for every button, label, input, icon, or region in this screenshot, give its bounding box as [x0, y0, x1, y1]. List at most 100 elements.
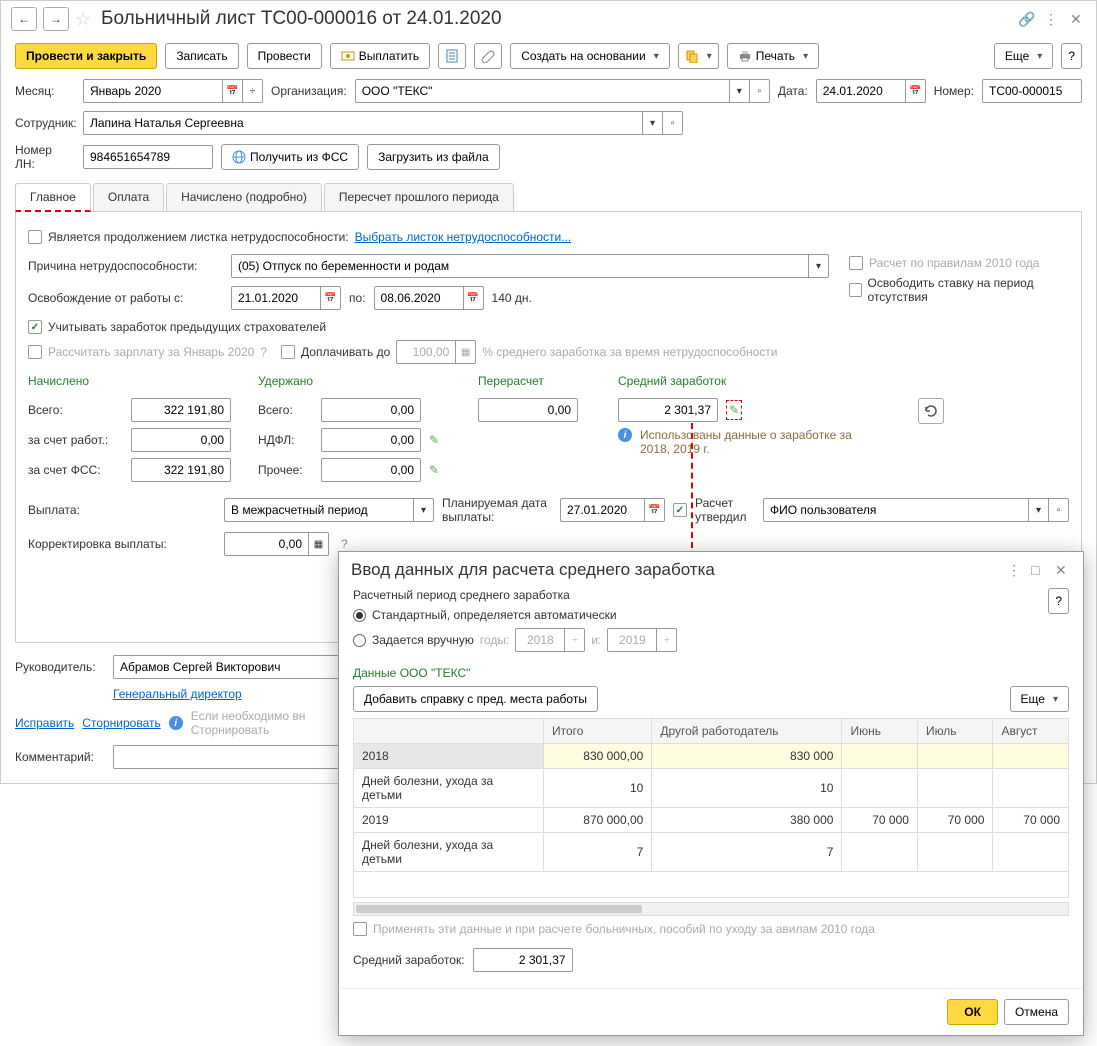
- modal-help-button[interactable]: ?: [1048, 588, 1069, 614]
- supplement-label: Доплачивать до: [301, 345, 390, 359]
- table-row[interactable]: Дней болезни, ухода за детьми 10 10: [354, 769, 1069, 808]
- reason-input[interactable]: [231, 254, 809, 278]
- ok-button[interactable]: ОК: [947, 999, 998, 1025]
- tab-main[interactable]: Главное: [15, 183, 91, 212]
- supplement-checkbox[interactable]: [281, 345, 295, 359]
- form-icon-button[interactable]: [438, 43, 466, 69]
- other-edit-icon[interactable]: ✎: [429, 463, 439, 477]
- modal-more-button[interactable]: Еще: [1010, 686, 1069, 712]
- use-prev-checkbox[interactable]: [28, 320, 42, 334]
- ndfl-edit-icon[interactable]: ✎: [429, 433, 439, 447]
- date-input[interactable]: [816, 79, 906, 103]
- other-input[interactable]: [321, 458, 421, 482]
- date-from-calendar-icon[interactable]: 📅: [321, 286, 341, 310]
- month-input[interactable]: [83, 79, 223, 103]
- approved-open-icon[interactable]: ▫: [1049, 498, 1069, 522]
- post-and-close-button[interactable]: Провести и закрыть: [15, 43, 157, 69]
- save-button[interactable]: Записать: [165, 43, 238, 69]
- date-label: Дата:: [778, 84, 808, 98]
- help-button[interactable]: ?: [1061, 43, 1082, 69]
- employer-input[interactable]: [131, 428, 231, 452]
- ndfl-input[interactable]: [321, 428, 421, 452]
- favorite-star-icon[interactable]: ☆: [75, 9, 95, 30]
- col-total[interactable]: Итого: [544, 719, 652, 744]
- approved-user-input[interactable]: [763, 498, 1029, 522]
- payout-dropdown-icon[interactable]: ▾: [414, 498, 434, 522]
- table-row[interactable]: 2018 830 000,00 830 000: [354, 744, 1069, 769]
- date-to-calendar-icon[interactable]: 📅: [464, 286, 484, 310]
- free-rate-checkbox[interactable]: [849, 283, 862, 297]
- more-icon[interactable]: ⋮: [1044, 11, 1060, 27]
- correct-link[interactable]: Исправить: [15, 716, 74, 730]
- date-from-input[interactable]: [231, 286, 321, 310]
- col-aug[interactable]: Август: [993, 719, 1069, 744]
- select-sheet-link[interactable]: Выбрать листок нетрудоспособности...: [355, 230, 572, 244]
- org-dropdown-icon[interactable]: ▾: [730, 79, 750, 103]
- ln-input[interactable]: [83, 145, 213, 169]
- employee-open-icon[interactable]: ▫: [663, 111, 683, 135]
- manual-radio[interactable]: [353, 634, 366, 647]
- globe-icon: [232, 150, 246, 164]
- create-based-button[interactable]: Создать на основании: [510, 43, 670, 69]
- get-fss-button[interactable]: Получить из ФСС: [221, 144, 359, 170]
- approved-checkbox[interactable]: [673, 503, 687, 517]
- add-ref-button[interactable]: Добавить справку с пред. места работы: [353, 686, 598, 712]
- org-input[interactable]: [355, 79, 730, 103]
- cancel-button[interactable]: Отмена: [1004, 999, 1069, 1025]
- tab-recalc[interactable]: Пересчет прошлого периода: [324, 183, 514, 211]
- more-button[interactable]: Еще: [994, 43, 1053, 69]
- close-icon[interactable]: ✕: [1070, 11, 1086, 27]
- month-stepper-icon[interactable]: ÷: [243, 79, 263, 103]
- table-row[interactable]: Дней болезни, ухода за детьми 7 7: [354, 833, 1069, 872]
- avg-input[interactable]: [618, 398, 718, 422]
- recalc-input[interactable]: [478, 398, 578, 422]
- employee-dropdown-icon[interactable]: ▾: [643, 111, 663, 135]
- load-file-button[interactable]: Загрузить из файла: [367, 144, 500, 170]
- reverse-link[interactable]: Сторнировать: [82, 716, 160, 730]
- org-open-icon[interactable]: ▫: [750, 79, 770, 103]
- nav-back-button[interactable]: ←: [11, 7, 37, 31]
- month-calendar-icon[interactable]: 📅: [223, 79, 243, 103]
- refresh-button[interactable]: [918, 398, 944, 424]
- modal-avg-input[interactable]: [473, 948, 573, 972]
- copy-icon: [685, 49, 699, 63]
- plan-date-calendar-icon[interactable]: 📅: [645, 498, 665, 522]
- payout-input[interactable]: [224, 498, 414, 522]
- total-withheld-input[interactable]: [321, 398, 421, 422]
- link-icon[interactable]: 🔗: [1018, 11, 1034, 27]
- date-to-input[interactable]: [374, 286, 464, 310]
- fss-input[interactable]: [131, 458, 231, 482]
- continuation-checkbox[interactable]: [28, 230, 42, 244]
- col-other[interactable]: Другой работодатель: [652, 719, 842, 744]
- correction-calc-icon[interactable]: ▦: [309, 532, 329, 556]
- copy-button[interactable]: [678, 43, 719, 69]
- col-jul[interactable]: Июль: [917, 719, 993, 744]
- approved-dropdown-icon[interactable]: ▾: [1029, 498, 1049, 522]
- col-jun[interactable]: Июнь: [842, 719, 918, 744]
- manager-input[interactable]: [113, 655, 343, 679]
- auto-radio[interactable]: [353, 609, 366, 622]
- modal-maximize-icon[interactable]: □: [1031, 562, 1047, 578]
- modal-close-icon[interactable]: ✕: [1055, 562, 1071, 578]
- correction-input[interactable]: [224, 532, 309, 556]
- comment-input[interactable]: [113, 745, 343, 769]
- attach-button[interactable]: [474, 43, 502, 69]
- table-row[interactable]: 2019 870 000,00 380 000 70 000 70 000 70…: [354, 808, 1069, 833]
- tab-accrued[interactable]: Начислено (подробно): [166, 183, 322, 211]
- pay-button[interactable]: Выплатить: [330, 43, 431, 69]
- plan-date-input[interactable]: [560, 498, 645, 522]
- nav-forward-button[interactable]: →: [43, 7, 69, 31]
- tab-payment[interactable]: Оплата: [93, 183, 164, 211]
- table-scrollbar[interactable]: [353, 902, 1069, 916]
- date-calendar-icon[interactable]: 📅: [906, 79, 926, 103]
- total-accrued-input[interactable]: [131, 398, 231, 422]
- modal-more-icon[interactable]: ⋮: [1007, 562, 1023, 578]
- number-input[interactable]: [982, 79, 1082, 103]
- position-link[interactable]: Генеральный директор: [113, 687, 242, 701]
- print-button[interactable]: Печать: [727, 43, 819, 69]
- employee-input[interactable]: [83, 111, 643, 135]
- avg-edit-icon[interactable]: ✎: [726, 400, 742, 420]
- reason-dropdown-icon[interactable]: ▾: [809, 254, 829, 278]
- year2-stepper: ÷: [657, 628, 677, 652]
- post-button[interactable]: Провести: [247, 43, 322, 69]
